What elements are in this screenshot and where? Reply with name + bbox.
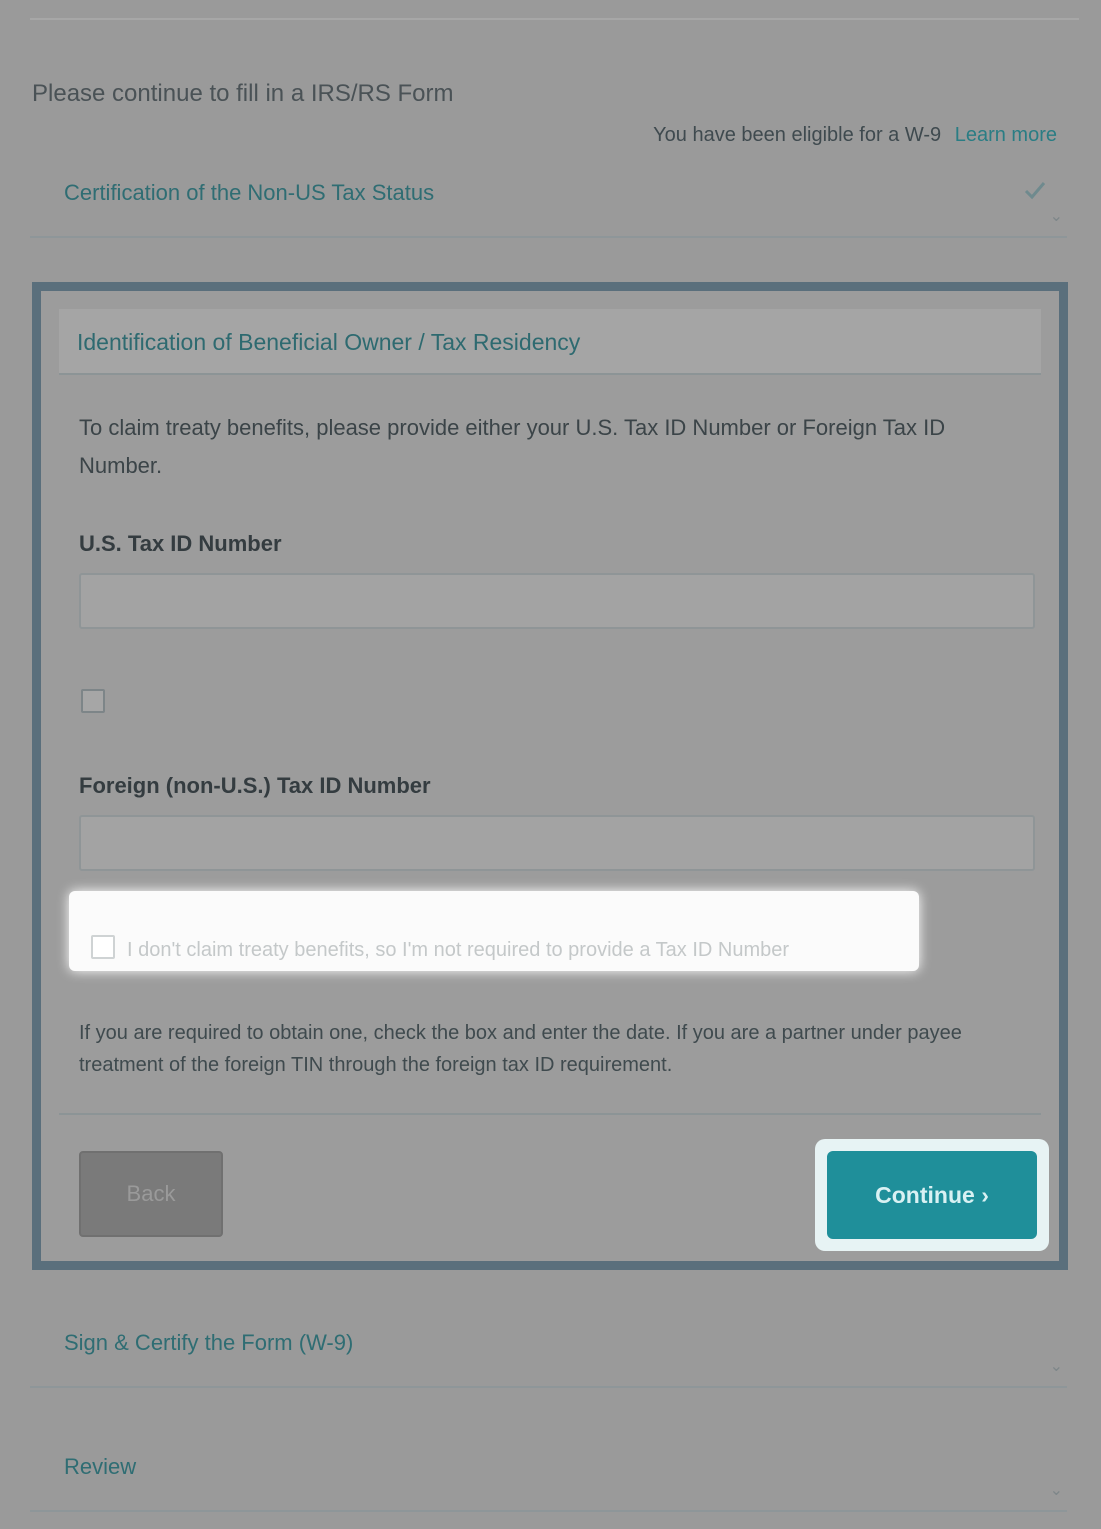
check-icon [1024,182,1046,200]
chevron-down-icon: ⌄ [1049,1358,1063,1375]
foreign-tin-label: Foreign (non-U.S.) Tax ID Number [79,773,431,798]
panel-note: If you are required to obtain one, check… [79,1022,962,1076]
step-completed[interactable]: Certification of the Non-US Tax Status ⌄ [30,158,1067,238]
chevron-down-icon: ⌄ [1049,208,1063,225]
chevron-down-icon: ⌄ [1049,1482,1063,1499]
step-sign-certify[interactable]: Sign & Certify the Form (W-9) ⌄ [30,1308,1067,1388]
arrow-right-icon: › [981,1181,989,1208]
ftin-not-required-checkbox[interactable] [91,935,115,959]
us-tin-checkbox[interactable] [81,689,105,713]
foreign-tin-input[interactable] [79,815,1035,871]
learn-more-link[interactable]: Learn more [955,124,1057,146]
step-review[interactable]: Review ⌄ [30,1432,1067,1512]
panel-header: Identification of Beneficial Owner / Tax… [59,309,1041,375]
us-tin-input[interactable] [79,573,1035,629]
step-review-label: Review [64,1454,137,1479]
back-button[interactable]: Back [79,1151,223,1237]
panel-title: Identification of Beneficial Owner / Tax… [77,329,581,355]
eligibility-text: You have been eligible for a W-9 [653,124,942,146]
continue-highlight: Continue › [815,1139,1049,1251]
page-title: Please continue to fill in a IRS/RS Form [32,80,454,107]
continue-label: Continue [875,1181,975,1208]
step-sign-certify-label: Sign & Certify the Form (W-9) [64,1330,354,1355]
ftin-not-required-option[interactable]: I don't claim treaty benefits, so I'm no… [69,891,919,971]
us-tin-label: U.S. Tax ID Number [79,531,282,556]
eligibility-line: You have been eligible for a W-9 Learn m… [653,124,1057,147]
top-divider [30,18,1079,20]
panel-footer-divider [59,1113,1041,1115]
step-completed-label: Certification of the Non-US Tax Status [64,180,435,205]
panel-intro: To claim treaty benefits, please provide… [79,415,946,478]
ftin-not-required-text: I don't claim treaty benefits, so I'm no… [127,939,790,961]
active-step-panel: Identification of Beneficial Owner / Tax… [32,282,1068,1270]
continue-button[interactable]: Continue › [827,1151,1037,1239]
